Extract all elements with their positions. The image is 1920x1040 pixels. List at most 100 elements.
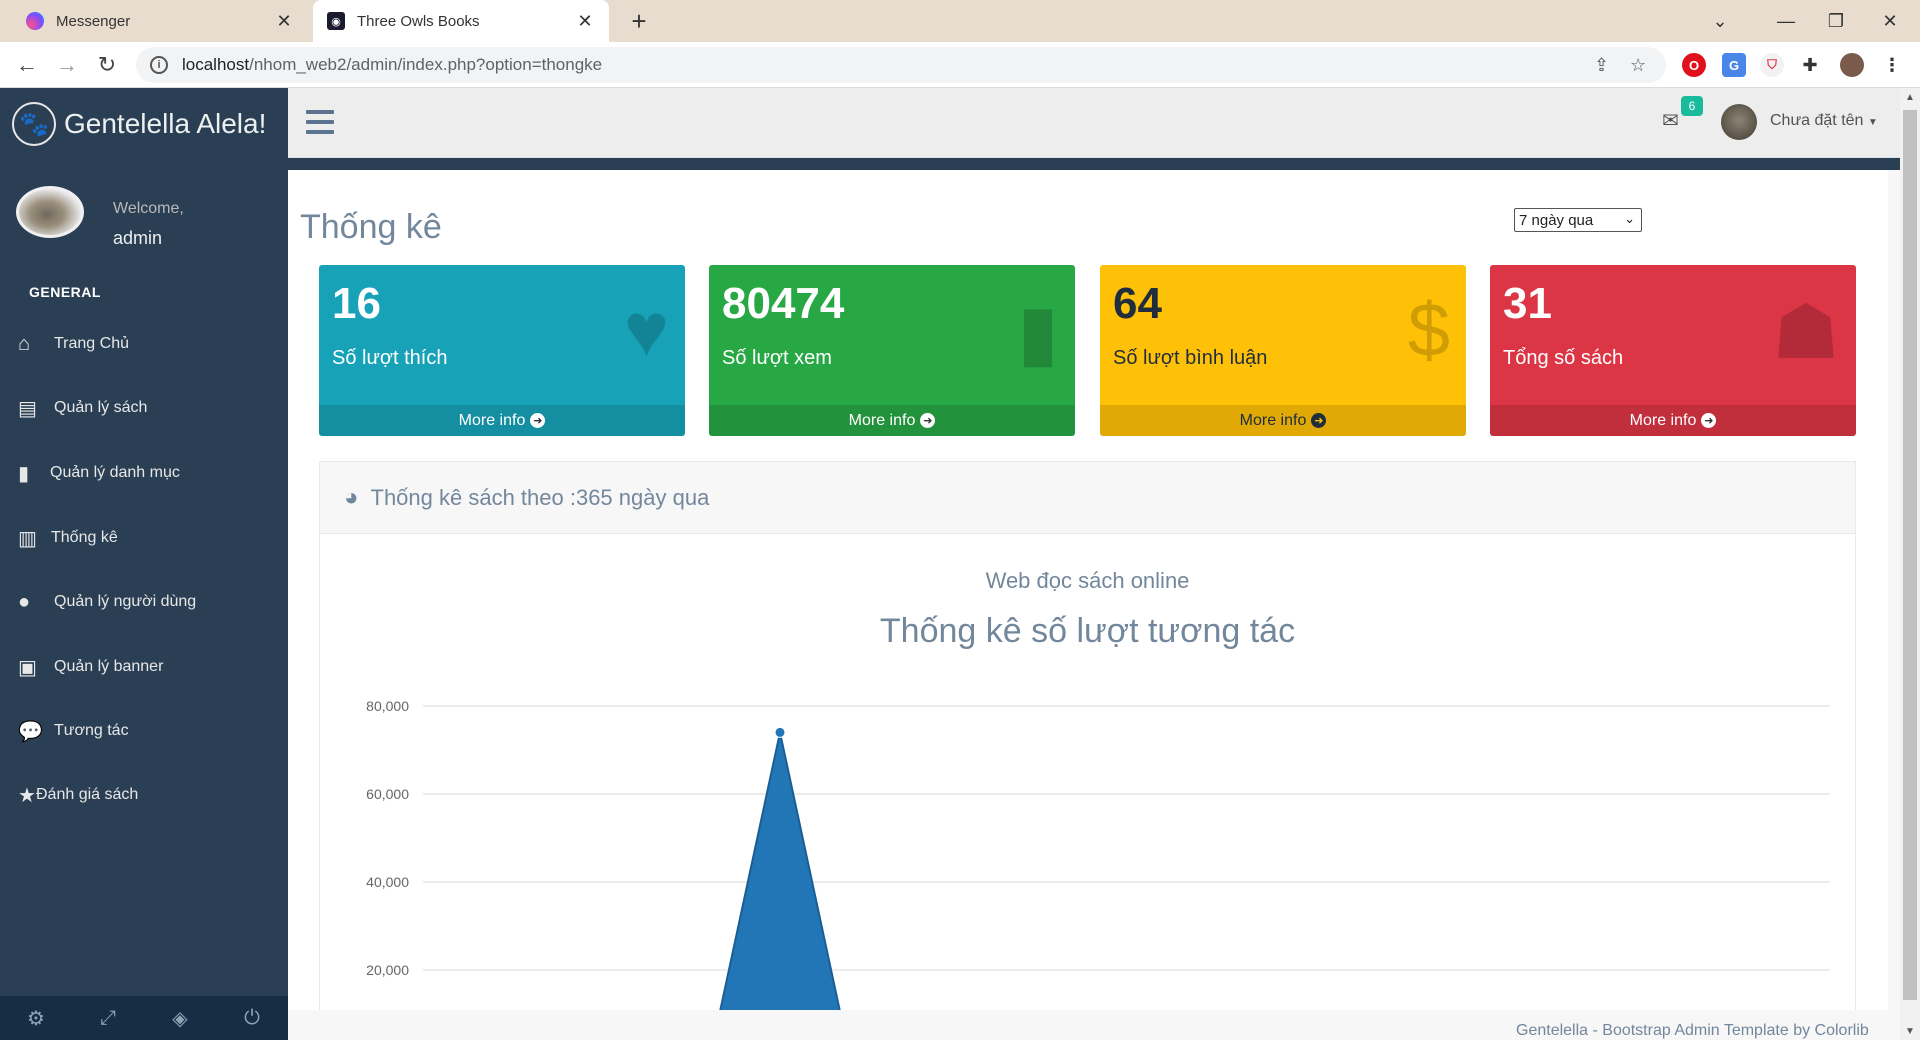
tab-messenger[interactable]: Messenger ✕ <box>12 0 308 42</box>
welcome-text: Welcome, <box>113 200 184 217</box>
tab-title: Messenger <box>56 12 131 30</box>
more-info-label: More info <box>1629 411 1697 429</box>
user-name: Chưa đặt tên <box>1770 112 1864 129</box>
sidebar-item-label: Quản lý danh mục <box>50 464 180 481</box>
stat-value: 16 <box>332 279 381 328</box>
more-info-link[interactable]: More info ➜ <box>1100 405 1466 436</box>
bookmark-icon: ▮ <box>18 462 30 485</box>
page-scrollbar[interactable]: ▲ ▼ <box>1900 88 1920 1040</box>
paw-icon: 🐾 <box>12 102 56 146</box>
stat-label: Số lượt xem <box>722 347 832 369</box>
pie-chart-icon: ◕ <box>344 483 359 511</box>
more-info-link[interactable]: More info ➜ <box>709 405 1075 436</box>
logout-icon[interactable]: ⏻ <box>216 996 288 1040</box>
book-icon: ▤ <box>18 397 37 420</box>
heart-icon: ♥ <box>623 288 669 373</box>
restore-button[interactable]: ❐ <box>1806 0 1866 42</box>
forward-button[interactable]: → <box>52 50 82 80</box>
chart-panel: ◕ Thống kê sách theo :365 ngày qua Web đ… <box>319 461 1856 1010</box>
caret-down-icon: ▼ <box>1867 117 1878 128</box>
sidebar-item-tuong-tac[interactable]: 💬 Tương tác <box>0 709 288 753</box>
menu-toggle-icon[interactable] <box>306 110 334 134</box>
translate-extension-icon[interactable]: G <box>1722 53 1746 77</box>
bookmark-star-icon[interactable]: ☆ <box>1630 47 1646 83</box>
opera-extension-icon[interactable]: O <box>1682 53 1706 77</box>
y-tick-label: 80,000 <box>366 698 409 714</box>
stat-label: Tổng số sách <box>1503 347 1624 369</box>
close-icon[interactable]: ✕ <box>575 11 595 32</box>
user-menu[interactable]: Chưa đặt tên ▼ <box>1770 112 1878 130</box>
back-button[interactable]: ← <box>12 50 42 80</box>
panel-header: ◕ Thống kê sách theo :365 ngày qua <box>320 462 1855 534</box>
reload-button[interactable]: ↻ <box>92 50 122 80</box>
area-series <box>719 732 841 1010</box>
share-icon[interactable]: ⇪ <box>1594 47 1609 83</box>
address-bar[interactable]: i localhost/nhom_web2/admin/index.php?op… <box>136 47 1666 83</box>
brand[interactable]: 🐾 Gentelella Alela! <box>12 102 266 146</box>
info-icon[interactable]: i <box>150 56 168 74</box>
stat-value: 64 <box>1113 279 1162 328</box>
main-content: Thống kê 7 ngày qua ⌄ 16 Số lượt thích ♥… <box>288 170 1888 1010</box>
sidebar-item-quan-ly-banner[interactable]: ▣ Quản lý banner <box>0 645 288 689</box>
sidebar-item-thong-ke[interactable]: ▥ Thống kê <box>0 516 288 560</box>
star-icon: ★ <box>18 784 36 807</box>
page-title: Thống kê <box>300 208 442 246</box>
stat-value: 80474 <box>722 279 845 328</box>
sidebar-item-label: Quản lý banner <box>54 658 164 675</box>
more-info-label: More info <box>458 411 526 429</box>
url-host: localhost <box>182 55 250 74</box>
arrow-right-icon: ➜ <box>1311 413 1327 428</box>
browser-tab-bar: Messenger ✕ ◉ Three Owls Books ✕ + ⌄ — ❐… <box>0 0 1920 42</box>
sidebar-item-quan-ly-sach[interactable]: ▤ Quản lý sách <box>0 386 288 430</box>
divider <box>288 158 1900 170</box>
y-tick-label: 20,000 <box>366 962 409 978</box>
tab-title: Three Owls Books <box>357 12 480 30</box>
sidebar-item-label: Thống kê <box>51 529 118 546</box>
period-select[interactable]: 7 ngày qua ⌄ <box>1514 208 1642 232</box>
sidebar: 🐾 Gentelella Alela! Welcome, admin GENER… <box>0 88 288 1040</box>
scroll-down-icon[interactable]: ▼ <box>1900 1022 1920 1040</box>
settings-icon[interactable]: ⚙ <box>0 996 72 1040</box>
new-tab-button[interactable]: + <box>624 6 654 37</box>
tab-three-owls-books[interactable]: ◉ Three Owls Books ✕ <box>313 0 609 42</box>
period-selected: 7 ngày qua <box>1519 211 1594 229</box>
scrollbar-thumb[interactable] <box>1903 110 1917 1000</box>
chart-title: Thống kê số lượt tương tác <box>879 612 1296 650</box>
extensions-icon[interactable]: ✚ <box>1798 53 1822 77</box>
fullscreen-icon[interactable]: ⤢ <box>72 996 144 1040</box>
envelope-icon[interactable]: ✉ <box>1662 108 1679 133</box>
scroll-up-icon[interactable]: ▲ <box>1900 88 1920 106</box>
more-info-label: More info <box>848 411 916 429</box>
more-info-link[interactable]: More info ➜ <box>1490 405 1856 436</box>
top-nav: ✉ 6 Chưa đặt tên ▼ <box>288 88 1900 158</box>
chart-subtitle: Web đọc sách online <box>985 568 1190 593</box>
y-tick-label: 40,000 <box>366 874 409 890</box>
comments-icon: 💬 <box>18 720 43 743</box>
arrow-right-icon: ➜ <box>530 413 546 428</box>
sidebar-item-label: Quản lý người dùng <box>54 593 197 610</box>
close-window-button[interactable]: ✕ <box>1860 0 1920 42</box>
tab-search-icon[interactable]: ⌄ <box>1690 0 1750 42</box>
avatar <box>16 186 84 238</box>
more-info-link[interactable]: More info ➜ <box>319 405 685 436</box>
panel-title: Thống kê sách theo :365 ngày qua <box>370 484 710 510</box>
stat-label: Số lượt thích <box>332 347 448 369</box>
sidebar-item-trang-chu[interactable]: ⌂ Trang Chủ <box>0 322 288 366</box>
sidebar-item-danh-gia-sach[interactable]: ★ Đánh giá sách <box>0 773 288 817</box>
shield-extension-icon[interactable]: ⛉ <box>1760 53 1784 77</box>
arrow-right-icon: ➜ <box>1701 413 1717 428</box>
browser-menu-icon[interactable]: ⋮ <box>1880 53 1904 77</box>
profile-avatar[interactable] <box>1840 53 1864 77</box>
stat-box-likes: 16 Số lượt thích ♥ More info ➜ <box>319 265 685 436</box>
footer-credit: Gentelella - Bootstrap Admin Template by… <box>1516 1022 1869 1039</box>
brand-name: Gentelella Alela! <box>64 108 267 139</box>
stat-box-comments: 64 Số lượt bình luận $ More info ➜ <box>1100 265 1466 436</box>
comments-dollar-icon: $ <box>1407 288 1450 373</box>
user-avatar[interactable] <box>1721 104 1757 140</box>
sidebar-item-quan-ly-nguoi-dung[interactable]: ● Quản lý người dùng <box>0 580 288 624</box>
sidebar-item-quan-ly-danh-muc[interactable]: ▮ Quản lý danh mục <box>0 451 288 495</box>
book-reader-icon: ☗ <box>1771 290 1840 375</box>
more-info-label: More info <box>1239 411 1307 429</box>
close-icon[interactable]: ✕ <box>274 11 294 32</box>
lock-icon[interactable]: ◈ <box>144 996 216 1040</box>
